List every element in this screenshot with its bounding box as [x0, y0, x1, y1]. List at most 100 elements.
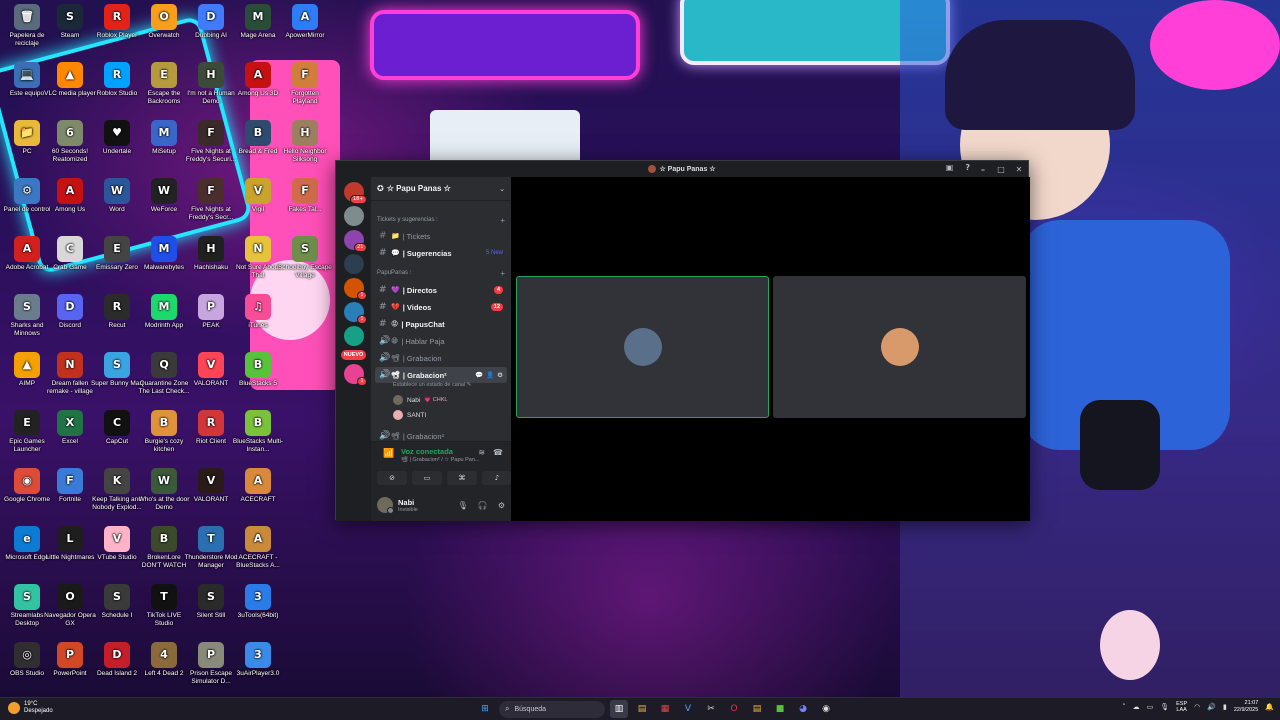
desktop-icon[interactable]: A Among Us [43, 178, 97, 214]
camera-off-button[interactable]: ⊘ [377, 471, 407, 485]
add-channel-icon[interactable]: + [500, 269, 505, 278]
invite-icon[interactable]: 👤 [486, 371, 494, 379]
maximize-button[interactable]: □ [992, 161, 1010, 177]
voice-channel-path[interactable]: 📽 | Grabacion² / ☆ Papu Pan... [401, 457, 479, 463]
desktop-icon[interactable]: N Dream fallen remake - village [43, 352, 97, 395]
desktop-icon[interactable]: W Word [90, 178, 144, 214]
capcut-icon[interactable]: ✂ [702, 700, 720, 718]
server-icon[interactable] [343, 206, 364, 226]
desktop-icon[interactable]: B BlueStacks Multi-Instan... [231, 410, 285, 453]
disconnect-icon[interactable]: ☎ [493, 448, 503, 457]
server-icon[interactable]: 1 [343, 278, 367, 300]
desktop-icon[interactable]: B BlueStacks 5 [231, 352, 285, 388]
soundboard-button[interactable]: ♪ [482, 471, 512, 485]
server-header[interactable]: ✪ ☆ Papu Panas ☆ ⌄ [371, 177, 511, 201]
desktop-icon[interactable]: F Fortnite [43, 468, 97, 504]
clock[interactable]: 21:07 22/9/2025 [1234, 700, 1258, 714]
desktop-icon[interactable]: B BrokenLore DON'T WATCH [137, 526, 191, 569]
noise-suppression-icon[interactable]: ≋ [478, 448, 485, 457]
desktop-icon[interactable]: W WeForce [137, 178, 191, 214]
channel-item[interactable]: # 💬 | Sugerencias 5 New [375, 245, 507, 261]
store-icon[interactable]: ▦ [656, 700, 674, 718]
desktop-icon[interactable]: Q Quarantine Zone The Last Check... [137, 352, 191, 395]
desktop-icon[interactable]: D Dead Island 2 [90, 642, 144, 678]
discord-taskbar-icon[interactable]: ◕ [794, 700, 812, 718]
desktop-icon[interactable]: R Roblox Player [90, 4, 144, 40]
desktop-icon[interactable]: F Five Nights at Freddy's Securi... [184, 120, 238, 163]
desktop-icon[interactable]: S Schedule I [90, 584, 144, 620]
add-channel-icon[interactable]: + [500, 216, 505, 225]
desktop-icon[interactable]: E Escape the Backrooms [137, 62, 191, 105]
channel-item[interactable]: 🔊 📽 | Grabacion [375, 350, 507, 366]
desktop-icon[interactable]: N Not Sure About That [231, 236, 285, 279]
server-icon[interactable]: 1 [343, 302, 367, 324]
folder-icon[interactable]: ▤ [748, 700, 766, 718]
desktop-icon[interactable]: M Mage Arena [231, 4, 285, 40]
channel-item[interactable]: # 📁 | Tickets [375, 228, 507, 244]
start-button-icon[interactable]: ⊞ [476, 700, 494, 718]
desktop-icon[interactable]: F Forgotten Playland [278, 62, 332, 105]
chevron-down-icon[interactable]: ⌄ [499, 185, 505, 193]
activity-button[interactable]: ⌘ [447, 471, 477, 485]
minecraft-icon[interactable]: ■ [771, 700, 789, 718]
battery-status-icon[interactable]: ▮ [1223, 703, 1227, 711]
microphone-tray-icon[interactable]: 🎙 [1160, 703, 1169, 711]
desktop-icon[interactable]: S Super Bunny Man [90, 352, 144, 388]
task-view-icon[interactable]: ▥ [610, 700, 628, 718]
desktop-icon[interactable]: V VALORANT [184, 352, 238, 388]
desktop-icon[interactable]: V VTube Studio [90, 526, 144, 562]
search-box[interactable]: ⌕ Búsqueda [499, 700, 605, 718]
close-button[interactable]: ✕ [1010, 161, 1028, 177]
settings-gear-icon[interactable]: ⚙ [498, 501, 505, 510]
channel-item[interactable]: 🔊 📽 | Grabacion² 💬 👤 ⚙ [375, 367, 507, 383]
channel-item[interactable]: # 😡 | PapusChat [375, 316, 507, 332]
vscode-icon[interactable]: V [679, 700, 697, 718]
desktop-icon[interactable]: X Excel [43, 410, 97, 446]
desktop-icon[interactable]: R Recut [90, 294, 144, 330]
desktop-icon[interactable]: C CapCut [90, 410, 144, 446]
tile-user-2[interactable] [773, 276, 1026, 418]
desktop-icon[interactable]: ♫ iTunes [231, 294, 285, 330]
desktop-icon[interactable]: R Riot Client [184, 410, 238, 446]
desktop-icon[interactable]: F Fakes Tal... [278, 178, 332, 214]
desktop-icon[interactable]: S Steam [43, 4, 97, 40]
volume-icon[interactable]: 🔊 [1207, 703, 1216, 711]
desktop-icon[interactable]: C Crab Game [43, 236, 97, 272]
desktop-icon[interactable]: ♥ Undertale [90, 120, 144, 156]
desktop-icon[interactable]: E Emissary Zero [90, 236, 144, 272]
channel-item[interactable]: # 💔 | Videos 12 [375, 299, 507, 315]
chevron-up-icon[interactable]: ˄ [1122, 703, 1126, 711]
channel-item[interactable]: # 💜 | Directos 4 [375, 282, 507, 298]
opera-gx-icon[interactable]: O [725, 700, 743, 718]
user-avatar[interactable] [377, 497, 394, 514]
desktop-icon[interactable]: F Five Nights at Freddy's Secr... [184, 178, 238, 221]
desktop-icon[interactable]: V Vigil [231, 178, 285, 214]
channel-settings-icon[interactable]: ⚙ [497, 371, 503, 379]
desktop-icon[interactable]: K Keep Talking and Nobody Explod... [90, 468, 144, 511]
minimize-button[interactable]: – [974, 161, 992, 177]
channel-item[interactable]: 🔊 😁 | Hablar Paja [375, 333, 507, 349]
server-icon[interactable]: 21 [343, 230, 367, 252]
desktop-icon[interactable]: A Among Us 3D [231, 62, 285, 98]
notifications-icon[interactable]: 🔔 [1265, 703, 1274, 711]
language-indicator[interactable]: ESP LAA [1176, 701, 1187, 714]
wifi-icon[interactable]: ◠ [1194, 703, 1200, 711]
desktop-icon[interactable]: D Discord [43, 294, 97, 330]
screen-share-button[interactable]: ▭ [412, 471, 442, 485]
desktop-icon[interactable]: A ACECRAFT - BlueStacks A... [231, 526, 285, 569]
desktop-icon[interactable]: O Overwatch [137, 4, 191, 40]
desktop-icon[interactable]: P PowerPoint [43, 642, 97, 678]
headphones-icon[interactable]: 🎧 [478, 501, 488, 510]
desktop-icon[interactable]: D Dubbing AI [184, 4, 238, 40]
desktop-icon[interactable]: H Hachishaku [184, 236, 238, 272]
desktop-icon[interactable]: P PEAK [184, 294, 238, 330]
desktop-icon[interactable]: S Schoolboy Escape Village [278, 236, 332, 279]
desktop-icon[interactable]: T TikTok LIVE Studio [137, 584, 191, 627]
desktop-icon[interactable]: W Who's at the door Demo [137, 468, 191, 511]
desktop-icon[interactable]: 3 3uAirPlayer3.0 [231, 642, 285, 678]
tile-user-1[interactable] [516, 276, 769, 418]
desktop-icon[interactable]: ▲ VLC media player [43, 62, 97, 98]
desktop-icon[interactable]: 6 60 Seconds! Reatomized [43, 120, 97, 163]
voice-user[interactable]: SANTI [393, 408, 426, 422]
desktop-icon[interactable]: M MiSetup [137, 120, 191, 156]
